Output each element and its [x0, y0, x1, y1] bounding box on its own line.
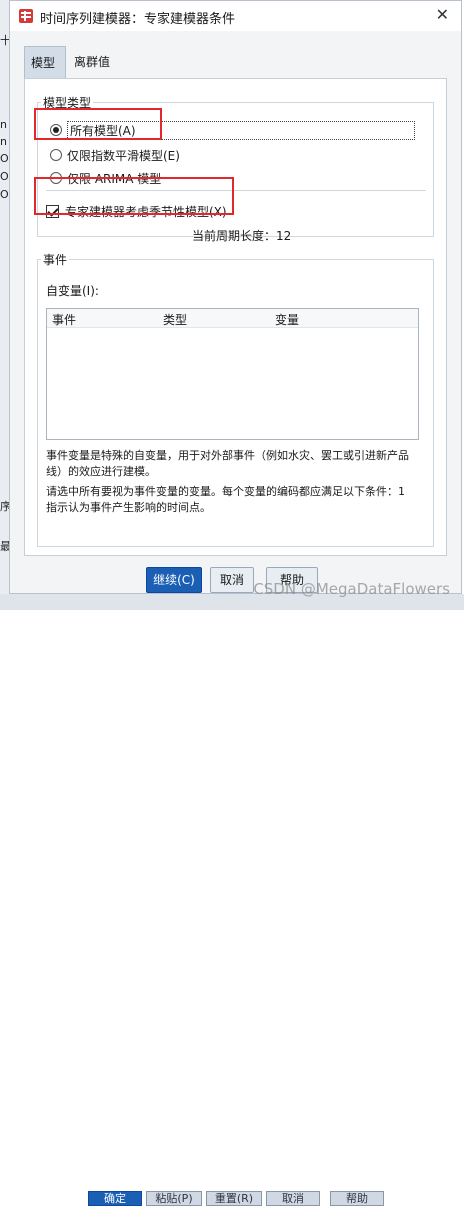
expert-modeler-criteria-dialog: 时间序列建模器：专家建模器条件 ✕ 模型 离群值 模型类型 所有模型(A) 仅限…: [9, 0, 462, 594]
model-tab-panel: 模型类型 所有模型(A) 仅限指数平滑模型(E) 仅限 ARIMA 模型 专家建…: [24, 78, 447, 556]
background-fragment: n: [0, 135, 7, 148]
window-title: 时间序列建模器：专家建模器条件: [40, 12, 236, 27]
tab-model[interactable]: 模型: [24, 46, 66, 78]
radio-arima-only-label: 仅限 ARIMA 模型: [67, 171, 162, 186]
events-group: 事件 自变量(I): 事件 类型 变量 事件变量是特殊的自变量，用于对外部事件（…: [37, 251, 434, 547]
radio-exponential-smoothing-label: 仅限指数平滑模型(E): [67, 148, 180, 163]
events-legend: 事件: [43, 253, 68, 267]
column-header-event[interactable]: 事件: [52, 311, 76, 328]
close-icon[interactable]: ✕: [436, 5, 449, 24]
column-header-type[interactable]: 类型: [163, 311, 187, 328]
model-type-legend: 模型类型: [43, 96, 92, 110]
background-fragment: O: [0, 188, 9, 201]
background-help-button[interactable]: 帮助: [330, 1191, 384, 1206]
radio-arima-only[interactable]: 仅限 ARIMA 模型: [50, 169, 161, 187]
radio-indicator[interactable]: [50, 149, 62, 161]
background-fragment: O: [0, 152, 9, 165]
checkbox-indicator[interactable]: [46, 205, 59, 218]
background-ok-button[interactable]: 确定: [88, 1191, 142, 1206]
events-instructions: 请选中所有要视为事件变量的变量。每个变量的编码都应满足以下条件：1 指示认为事件…: [46, 485, 405, 514]
background-button-bar: 确定 粘贴(P) 重置(R) 取消 帮助: [0, 594, 464, 1206]
radio-all-models-label: 所有模型(A): [67, 120, 415, 140]
seasonal-models-checkbox[interactable]: 专家建模器考虑季节性模型(X): [46, 203, 227, 220]
background-paste-button[interactable]: 粘贴(P): [146, 1191, 202, 1206]
background-reset-button[interactable]: 重置(R): [206, 1191, 262, 1206]
background-window-edge: 十 n n O O O 序 最: [0, 0, 11, 610]
seasonal-models-label: 专家建模器考虑季节性模型(X): [65, 205, 227, 219]
divider: [46, 190, 426, 191]
radio-all-models[interactable]: 所有模型(A): [50, 120, 415, 140]
background-fragment: O: [0, 170, 9, 183]
table-header: 事件 类型 变量: [47, 309, 418, 328]
app-window-icon: [19, 9, 33, 23]
tab-outliers[interactable]: 离群值: [68, 46, 124, 78]
column-header-variable[interactable]: 变量: [275, 311, 299, 328]
title-bar: 时间序列建模器：专家建模器条件 ✕: [10, 1, 461, 31]
background-cancel-button[interactable]: 取消: [266, 1191, 320, 1206]
radio-indicator[interactable]: [50, 172, 62, 184]
current-period-length: 当前周期长度：12: [192, 229, 292, 243]
radio-indicator[interactable]: [50, 124, 62, 136]
cancel-button[interactable]: 取消: [210, 567, 254, 593]
events-description: 事件变量是特殊的自变量，用于对外部事件（例如水灾、罢工或引进新产品线）的效应进行…: [46, 449, 409, 478]
continue-button[interactable]: 继续(C): [146, 567, 202, 593]
help-button[interactable]: 帮助: [266, 567, 318, 593]
independent-variables-label: 自变量(I):: [46, 284, 99, 298]
background-fragment: n: [0, 118, 7, 131]
events-table[interactable]: 事件 类型 变量: [46, 308, 419, 440]
model-type-group: 模型类型 所有模型(A) 仅限指数平滑模型(E) 仅限 ARIMA 模型 专家建…: [37, 94, 434, 243]
radio-exponential-smoothing[interactable]: 仅限指数平滑模型(E): [50, 146, 180, 164]
